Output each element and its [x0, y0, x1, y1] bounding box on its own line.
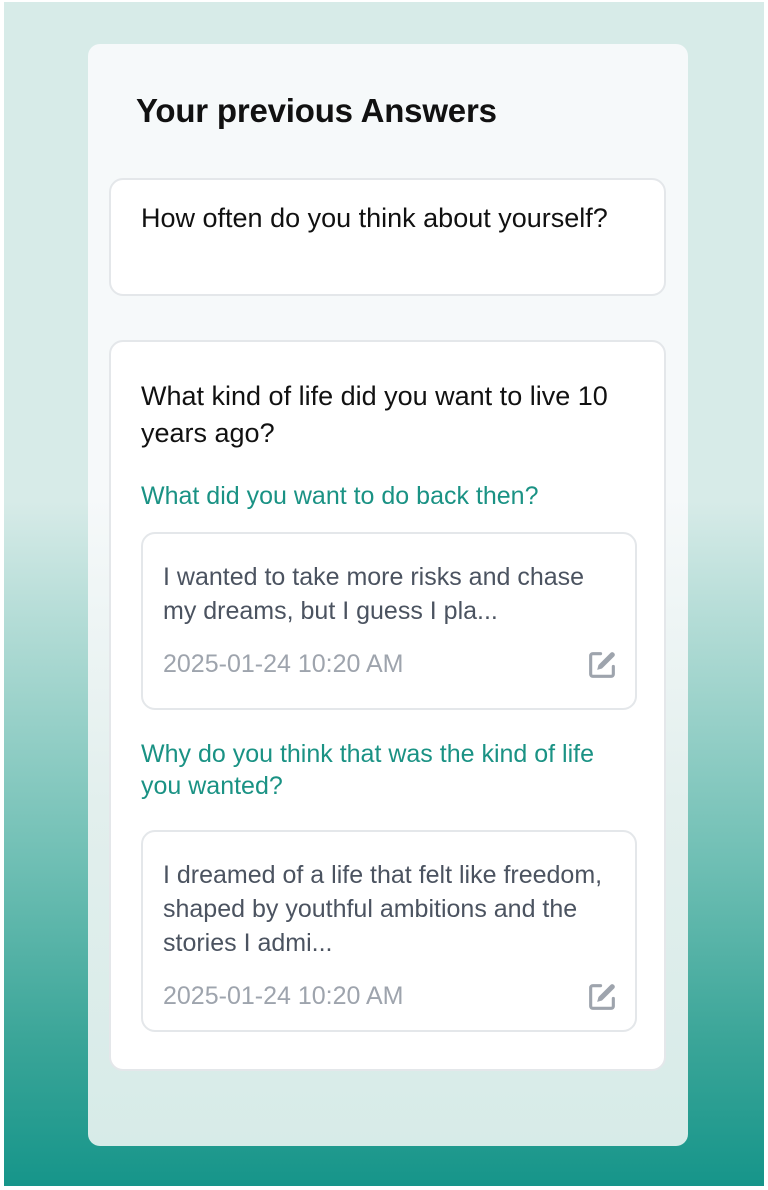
edit-button[interactable]	[583, 646, 621, 684]
edit-icon	[589, 984, 615, 1010]
answer-timestamp: 2025-01-24 10:20 AM	[163, 982, 404, 1010]
question-text: How often do you think about yourself?	[141, 203, 608, 233]
answer-timestamp: 2025-01-24 10:20 AM	[163, 650, 404, 678]
answer-card[interactable]: I wanted to take more risks and chase my…	[141, 532, 637, 710]
question-card[interactable]: How often do you think about yourself?	[109, 178, 666, 296]
answer-text: I wanted to take more risks and chase my…	[163, 563, 585, 625]
panel-title: Your previous Answers	[136, 92, 497, 129]
answer-text: I dreamed of a life that felt like freed…	[163, 861, 603, 957]
question-card-expanded[interactable]: What kind of life did you want to live 1…	[109, 340, 666, 1071]
edit-icon	[589, 652, 615, 678]
edit-button[interactable]	[583, 978, 621, 1016]
previous-answers-panel: Your previous Answers How often do you t…	[88, 44, 688, 1146]
answer-card[interactable]: I dreamed of a life that felt like freed…	[141, 830, 637, 1032]
sub-question-label: Why do you think that was the kind of li…	[141, 740, 595, 800]
sub-question-label: What did you want to do back then?	[141, 482, 539, 510]
app-background: Your previous Answers How often do you t…	[4, 2, 764, 1186]
question-text: What kind of life did you want to live 1…	[141, 381, 608, 448]
